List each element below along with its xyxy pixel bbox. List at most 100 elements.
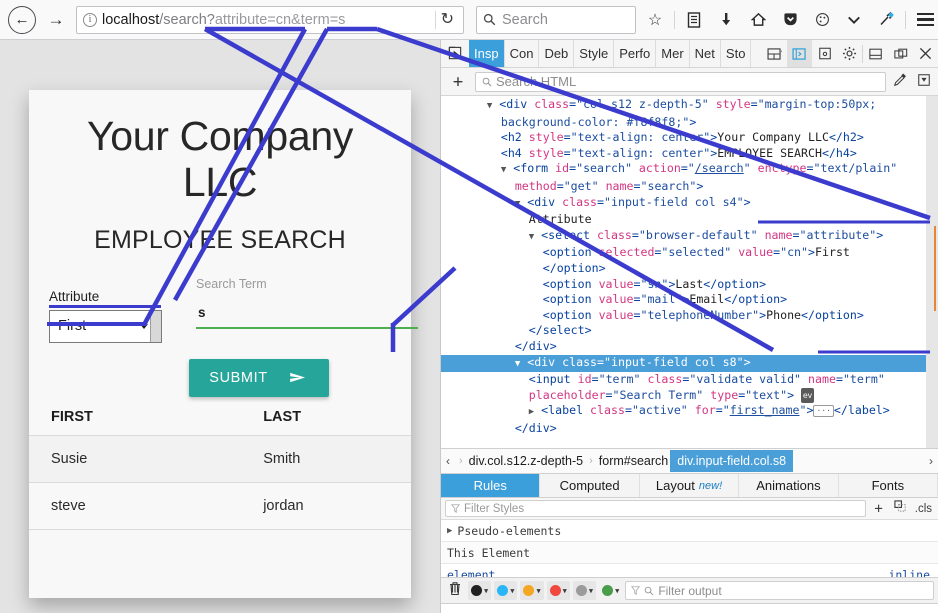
breadcrumb-item-div-input-field[interactable]: div.input-field.col.s8 bbox=[670, 450, 794, 472]
markup-line[interactable]: background-color: #f8f8f8;"> bbox=[441, 115, 938, 131]
filter-output-input[interactable]: Filter output bbox=[625, 581, 934, 600]
search-term-input[interactable]: s bbox=[196, 305, 418, 327]
markup-line[interactable]: <option value="sn">Last</option> bbox=[441, 277, 938, 293]
tab-rules[interactable]: Rules bbox=[441, 474, 541, 497]
close-icon[interactable] bbox=[913, 40, 938, 67]
breadcrumb-item-form-search[interactable]: form#search bbox=[597, 454, 670, 468]
console-filter-success[interactable]: ▼ bbox=[599, 581, 622, 600]
screenshot-icon[interactable] bbox=[812, 40, 837, 67]
console-output[interactable] bbox=[441, 604, 938, 613]
plus-icon[interactable]: + bbox=[871, 501, 885, 517]
pocket-icon[interactable] bbox=[777, 6, 803, 34]
cell-first: Susie bbox=[29, 435, 264, 483]
responsive-design-icon[interactable] bbox=[787, 40, 812, 67]
devtools-tabbar: Insp Con Deb Style Perfo Mer Net Sto bbox=[441, 40, 938, 68]
style-filter-bar: Filter Styles + .cls bbox=[441, 498, 938, 520]
chevron-down-icon: ▼ bbox=[588, 586, 594, 595]
markup-line-selected[interactable]: ▼ <div class="input-field col s8"> bbox=[441, 354, 938, 373]
chevron-down-icon bbox=[140, 323, 148, 329]
add-node-button[interactable]: + bbox=[445, 72, 471, 92]
markup-line[interactable]: ▶ <label class="active" for="first_name"… bbox=[441, 403, 938, 421]
markup-line[interactable]: </select> bbox=[441, 323, 938, 339]
markup-line[interactable]: </div> bbox=[441, 339, 938, 355]
settings-gear-icon[interactable] bbox=[837, 40, 862, 67]
dock-bottom-icon[interactable] bbox=[863, 40, 888, 67]
devtools-icon[interactable] bbox=[873, 6, 899, 34]
split-console-icon[interactable] bbox=[762, 40, 787, 67]
cls-toggle-button[interactable]: .cls bbox=[915, 503, 934, 515]
element-picker-icon[interactable] bbox=[441, 40, 469, 67]
markup-line[interactable]: <h4 style="text-align: center">EMPLOYEE … bbox=[441, 146, 938, 162]
tab-layout-label: Layout bbox=[655, 478, 695, 493]
tab-layout[interactable]: Layout new! bbox=[640, 474, 740, 497]
console-filter-muted[interactable]: ▼ bbox=[572, 581, 597, 600]
library-icon[interactable] bbox=[681, 6, 707, 34]
tab-style-editor[interactable]: Style bbox=[574, 40, 615, 67]
tab-storage[interactable]: Sto bbox=[721, 40, 752, 67]
markup-line[interactable]: <option selected="selected" value="cn">F… bbox=[441, 245, 938, 261]
home-icon[interactable] bbox=[745, 6, 771, 34]
markup-line[interactable]: placeholder="Search Term" type="text"> e… bbox=[441, 387, 938, 404]
breadcrumb-next-button[interactable]: › bbox=[924, 454, 938, 468]
palette-icon[interactable] bbox=[809, 6, 835, 34]
console-filter-errors[interactable]: ▼ bbox=[468, 581, 492, 600]
table-row[interactable]: steve jordan bbox=[29, 482, 411, 530]
markup-line[interactable]: ▼ <div class="input-field col s4"> bbox=[441, 195, 938, 213]
tab-debugger[interactable]: Deb bbox=[539, 40, 575, 67]
scrollbar-marker bbox=[934, 226, 936, 311]
search-html-input[interactable]: Search HTML bbox=[475, 71, 886, 92]
this-element-label: This Element bbox=[447, 545, 531, 560]
console-filter-info[interactable]: ▼ bbox=[494, 581, 518, 600]
submit-button[interactable]: SUBMIT bbox=[189, 358, 329, 397]
breadcrumb-prev-button[interactable]: ‹ bbox=[441, 454, 455, 468]
markup-line[interactable]: ▼ <form id="search" action="/search" enc… bbox=[441, 161, 938, 179]
markup-line[interactable]: method="get" name="search"> bbox=[441, 179, 938, 195]
breadcrumb-item-div-col[interactable]: div.col.s12.z-depth-5 bbox=[467, 454, 585, 468]
tab-performance[interactable]: Perfo bbox=[614, 40, 657, 67]
address-bar[interactable]: i localhost/search?attribute=cn&term=s ↻ bbox=[76, 5, 464, 34]
markup-line[interactable]: ▼ <select class="browser-default" name="… bbox=[441, 228, 938, 246]
console-toolbar: ▼ ▼ ▼ ▼ ▼ ▼ Filter output bbox=[441, 577, 938, 604]
markup-line[interactable]: <option value="mail">Email</option> bbox=[441, 292, 938, 308]
dock-separate-window-icon[interactable] bbox=[888, 40, 913, 67]
tab-network[interactable]: Net bbox=[690, 40, 721, 67]
tab-console[interactable]: Con bbox=[505, 40, 540, 67]
reload-icon[interactable]: ↻ bbox=[434, 10, 459, 29]
markup-line[interactable]: <option value="telephoneNumber">Phone</o… bbox=[441, 308, 938, 324]
tab-inspector[interactable]: Insp bbox=[469, 40, 505, 67]
menu-icon[interactable] bbox=[912, 6, 938, 34]
markup-line[interactable]: Attribute bbox=[441, 212, 938, 228]
search-form: Attribute First Search Term s SUBMIT bbox=[29, 277, 418, 397]
browser-search-box[interactable]: Search bbox=[476, 5, 636, 34]
filter-styles-input[interactable]: Filter Styles bbox=[445, 500, 867, 517]
eyedropper-icon[interactable] bbox=[890, 72, 910, 91]
element-class-icon[interactable] bbox=[891, 500, 910, 517]
markup-line[interactable]: </option> bbox=[441, 261, 938, 277]
markup-scrollbar[interactable] bbox=[926, 96, 938, 448]
markup-line[interactable]: <input id="term" class="validate valid" … bbox=[441, 372, 938, 388]
downloads-icon[interactable] bbox=[713, 6, 739, 34]
attribute-select[interactable]: First bbox=[49, 309, 162, 343]
markup-view[interactable]: ▼ <div class="col s12 z-depth-5" style="… bbox=[441, 96, 938, 448]
cell-last: Smith bbox=[263, 435, 411, 483]
tab-animations[interactable]: Animations bbox=[739, 474, 839, 497]
console-filter-warnings[interactable]: ▼ bbox=[520, 581, 544, 600]
table-row[interactable]: Susie Smith bbox=[29, 435, 411, 483]
chevron-right-icon: ▶ bbox=[447, 525, 453, 536]
page-info-icon[interactable]: i bbox=[83, 12, 97, 27]
chevron-down-icon: ▼ bbox=[510, 586, 515, 595]
markup-line[interactable]: </div> bbox=[441, 421, 938, 437]
tab-fonts[interactable]: Fonts bbox=[839, 474, 938, 497]
console-filter-danger[interactable]: ▼ bbox=[546, 581, 570, 600]
tab-computed[interactable]: Computed bbox=[540, 474, 640, 497]
tab-memory[interactable]: Mer bbox=[656, 40, 690, 67]
pseudo-elements-row[interactable]: ▶ Pseudo-elements bbox=[441, 520, 938, 542]
bookmark-star-icon[interactable]: ☆ bbox=[642, 6, 668, 34]
markup-line[interactable]: <h2 style="text-align: center">Your Comp… bbox=[441, 130, 938, 146]
back-arrow-icon[interactable]: ← bbox=[8, 5, 36, 34]
markup-line[interactable]: ▼ <div class="col s12 z-depth-5" style="… bbox=[441, 97, 938, 115]
camera-icon[interactable] bbox=[914, 73, 934, 91]
chevron-down-icon[interactable] bbox=[841, 6, 867, 34]
forward-arrow-icon[interactable]: → bbox=[42, 6, 70, 34]
trash-icon[interactable] bbox=[445, 581, 465, 600]
